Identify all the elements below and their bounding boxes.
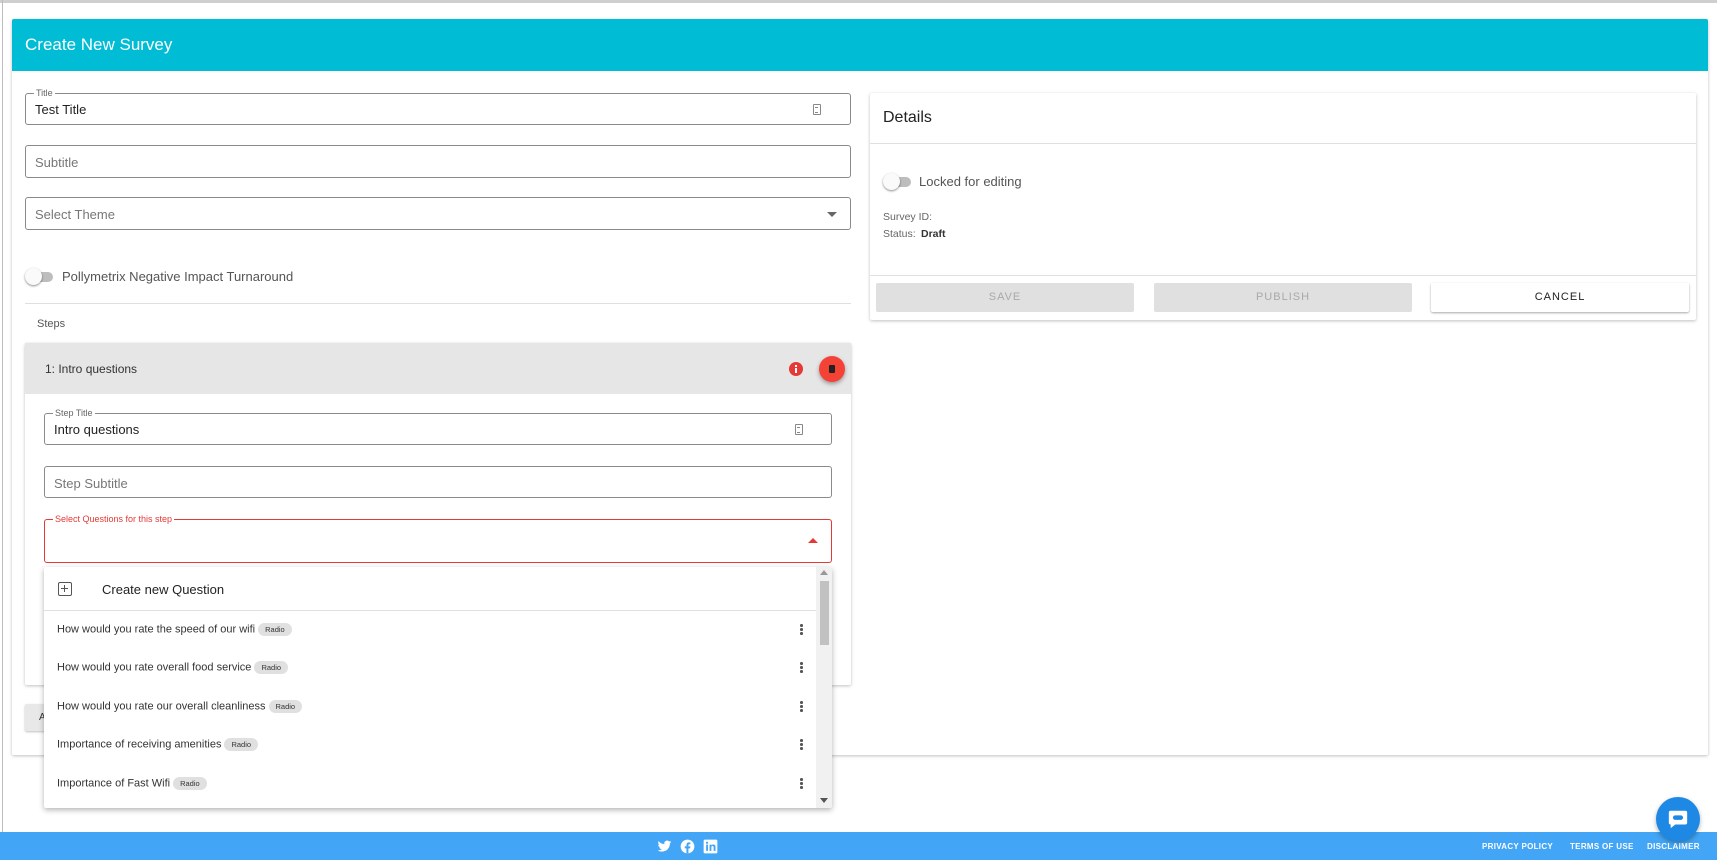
cancel-button[interactable]: CANCEL: [1431, 283, 1689, 312]
step-title-legend: Step Title: [53, 407, 95, 419]
card-header: Create New Survey: [12, 19, 1708, 71]
twitter-icon[interactable]: [657, 839, 672, 854]
disclaimer-link[interactable]: DISCLAIMER: [1647, 842, 1700, 851]
more-vert-icon[interactable]: [800, 701, 803, 712]
details-divider-bottom: [870, 275, 1696, 276]
chevron-up-icon: [808, 538, 818, 543]
title-field[interactable]: Title Test Title: [25, 87, 851, 125]
question-type-chip: Radio: [254, 661, 289, 674]
more-vert-icon[interactable]: [800, 662, 803, 673]
details-title: Details: [883, 109, 932, 126]
linkedin-icon[interactable]: [703, 839, 718, 854]
steps-label: Steps: [37, 318, 66, 330]
subtitle-field[interactable]: Subtitle: [25, 145, 851, 178]
questions-dropdown: Create new Question How would you rate t…: [44, 567, 832, 808]
clipboard-icon[interactable]: [795, 424, 803, 435]
title-value: Test Title: [35, 102, 87, 117]
top-border: [0, 0, 1717, 3]
left-border: [2, 0, 3, 832]
facebook-icon[interactable]: [680, 839, 695, 854]
chat-bubble-icon: [1668, 810, 1688, 829]
delete-step-button[interactable]: [819, 356, 845, 382]
create-question-label: Create new Question: [102, 582, 225, 597]
clipboard-icon[interactable]: [813, 104, 821, 115]
save-button[interactable]: SAVE: [876, 283, 1134, 312]
trash-icon: [829, 365, 835, 373]
pollymetrix-label: Pollymetrix Negative Impact Turnaround: [62, 269, 294, 284]
step-subtitle-placeholder: Step Subtitle: [54, 476, 128, 491]
question-text: How would you rate our overall cleanline…: [57, 700, 266, 713]
questions-select[interactable]: Select Questions for this step: [44, 513, 832, 563]
chat-button[interactable]: [1656, 797, 1700, 841]
list-item[interactable]: How would you rate overall food service R…: [44, 649, 816, 687]
question-type-chip: Radio: [224, 738, 259, 751]
dropdown-scrollbar[interactable]: [816, 567, 832, 808]
scroll-down-icon[interactable]: [820, 798, 828, 803]
step-header-label: 1: Intro questions: [45, 362, 138, 376]
chevron-down-icon: [827, 212, 837, 217]
list-item[interactable]: How would you rate the speed of our wifi…: [44, 611, 816, 649]
status-label: Status:: [883, 228, 916, 240]
footer: PRIVACY POLICY TERMS OF USE DISCLAIMER: [0, 832, 1717, 860]
divider: [25, 303, 851, 304]
details-divider-top: [870, 143, 1696, 144]
more-vert-icon[interactable]: [800, 739, 803, 750]
step-subtitle-field[interactable]: Step Subtitle: [44, 466, 832, 498]
error-info-icon: [789, 362, 803, 376]
question-text: Importance of receiving amenities: [57, 738, 222, 751]
locked-toggle[interactable]: [883, 173, 913, 190]
toggle-thumb: [883, 173, 900, 190]
details-panel: Details Locked for editing Survey ID: St…: [870, 93, 1696, 320]
list-item[interactable]: Importance of Fast Wifi Radio: [44, 765, 816, 803]
page-title: Create New Survey: [25, 35, 173, 54]
terms-of-use-link[interactable]: TERMS OF USE: [1570, 842, 1634, 851]
publish-button[interactable]: PUBLISH: [1154, 283, 1412, 312]
step-header[interactable]: 1: Intro questions: [25, 343, 851, 394]
question-type-chip: Radio: [268, 700, 303, 713]
scroll-thumb[interactable]: [820, 581, 829, 645]
add-box-icon: [58, 582, 72, 596]
question-type-chip: Radio: [258, 623, 292, 636]
status-value: Draft: [921, 228, 946, 240]
scroll-up-icon[interactable]: [820, 570, 828, 575]
question-text: Importance of Fast Wifi: [57, 777, 171, 790]
theme-select[interactable]: Select Theme: [25, 197, 851, 230]
survey-id-label: Survey ID:: [883, 211, 933, 223]
locked-label: Locked for editing: [919, 174, 1022, 189]
list-item[interactable]: How would you rate our overall cleanline…: [44, 688, 816, 726]
step-title-field[interactable]: Step Title Intro questions: [44, 407, 832, 445]
list-item[interactable]: Importance of receiving amenities Radio: [44, 726, 816, 764]
question-text: How would you rate the speed of our wifi: [57, 623, 256, 636]
privacy-policy-link[interactable]: PRIVACY POLICY: [1482, 842, 1553, 851]
questions-legend: Select Questions for this step: [53, 513, 175, 525]
more-vert-icon[interactable]: [800, 778, 803, 789]
create-question-item[interactable]: Create new Question: [44, 567, 816, 611]
question-type-chip: Radio: [173, 777, 207, 790]
more-vert-icon[interactable]: [800, 624, 803, 635]
step-title-value: Intro questions: [54, 422, 140, 437]
theme-placeholder: Select Theme: [35, 207, 115, 222]
toggle-thumb: [25, 268, 42, 285]
title-legend: Title: [34, 87, 55, 99]
pollymetrix-toggle[interactable]: [25, 268, 55, 285]
subtitle-placeholder: Subtitle: [35, 155, 79, 170]
question-text: How would you rate overall food service: [57, 661, 252, 674]
